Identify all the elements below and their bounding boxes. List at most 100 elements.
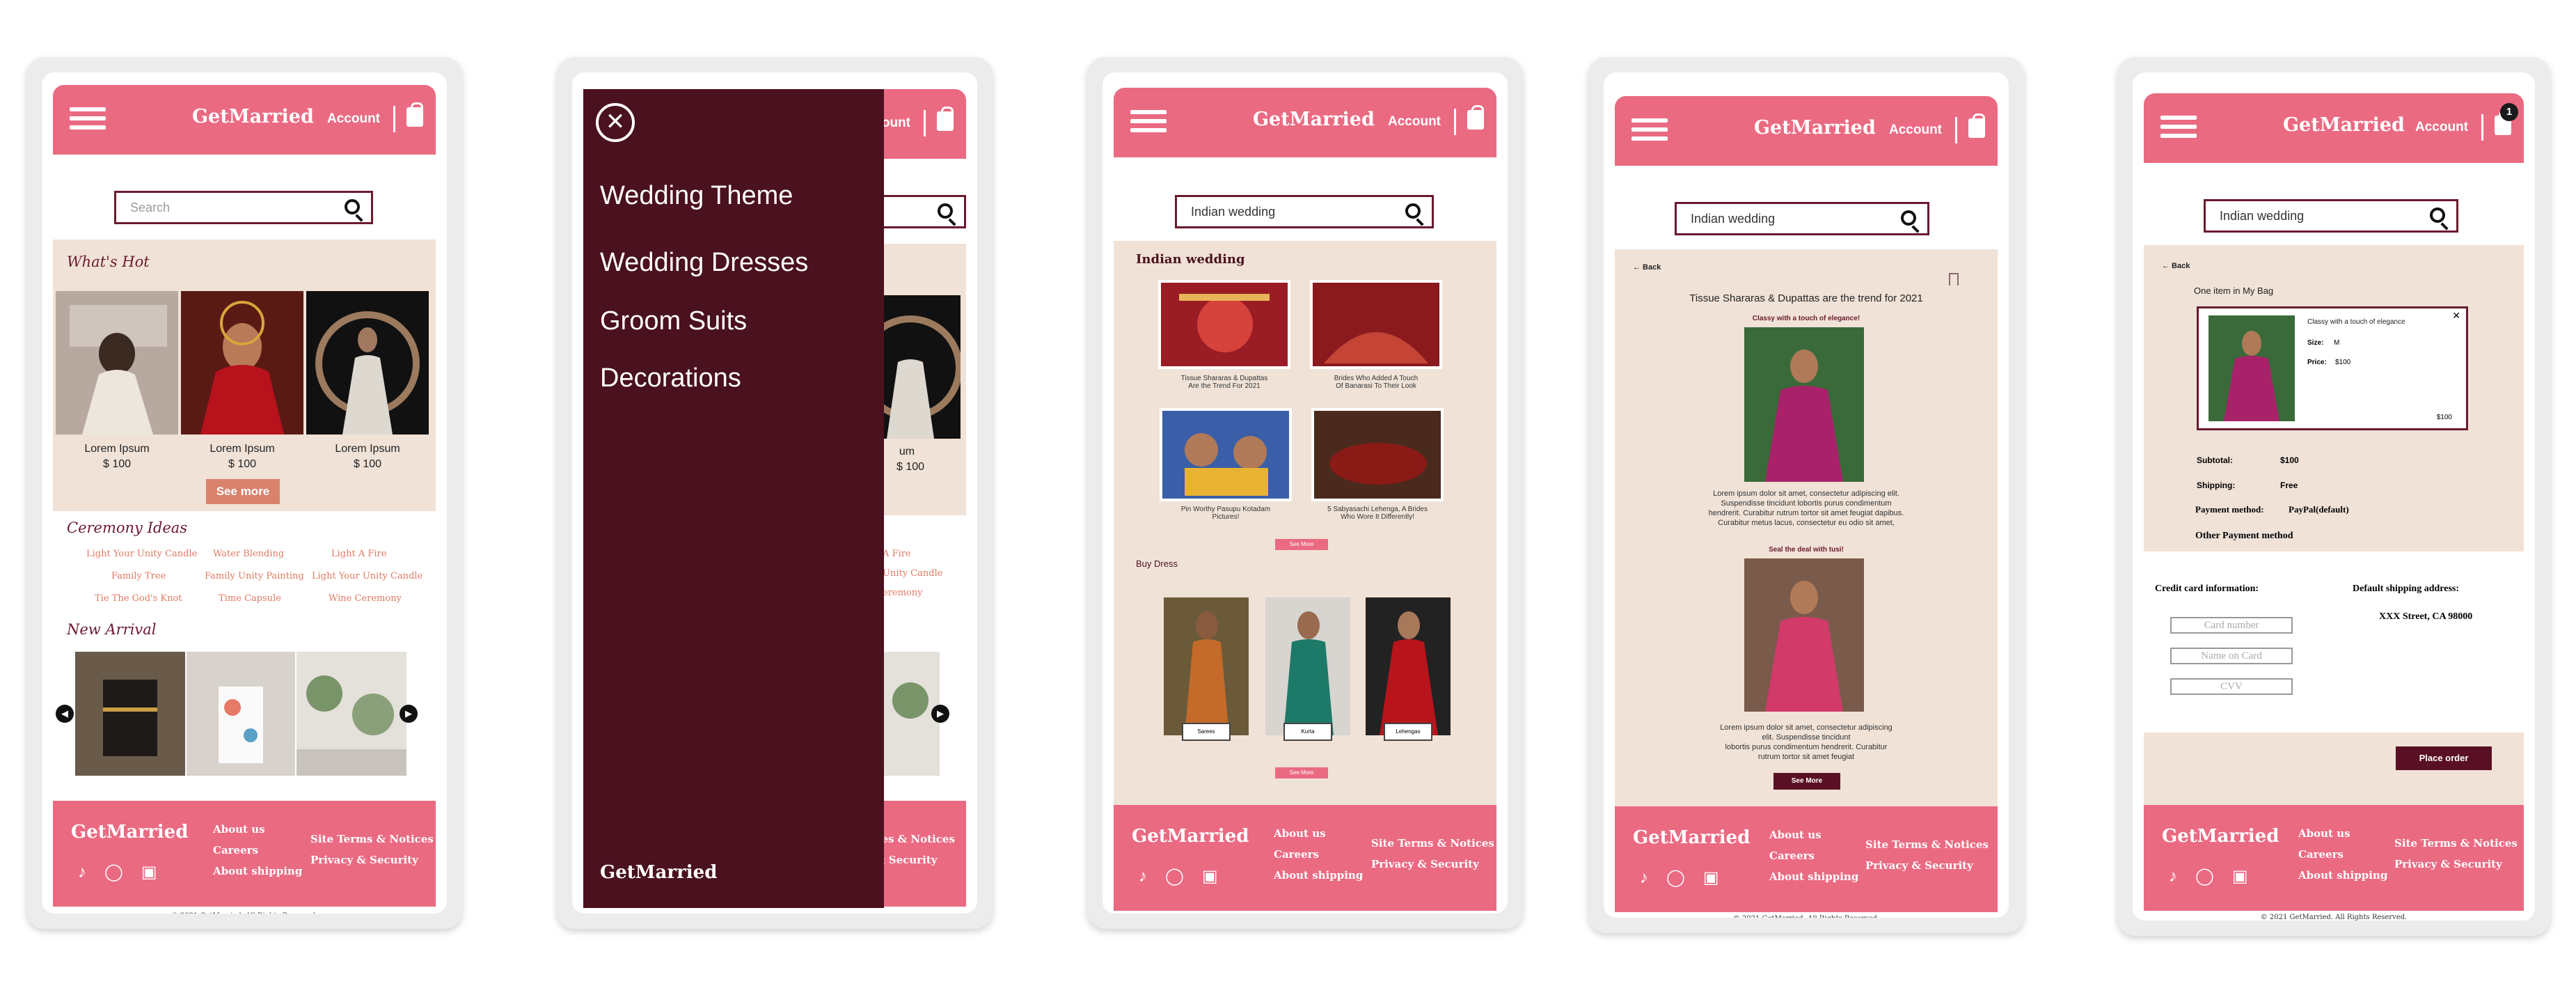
carousel-next-arrow-icon[interactable]: ▶ [400, 705, 418, 723]
product-photo-3[interactable] [306, 291, 429, 435]
product-photo-1[interactable] [56, 291, 178, 435]
payment-method-value[interactable]: PayPal(default) [2289, 504, 2349, 515]
product-photo-2[interactable] [181, 291, 303, 435]
hamburger-menu-icon[interactable] [70, 107, 106, 132]
about-us-link[interactable]: About us [1274, 823, 1363, 844]
dress-photo-sarees[interactable] [1164, 597, 1249, 735]
hamburger-menu-icon[interactable] [1130, 110, 1167, 135]
see-more-button[interactable]: See More [1275, 767, 1328, 778]
article-caption-4[interactable]: 5 Sabyasachi Lehenga, A Brides Who Wore … [1311, 506, 1444, 521]
dress-label-kurta[interactable]: Kurta [1283, 723, 1332, 741]
facebook-icon[interactable]: ▣ [1703, 868, 1719, 888]
idea-link[interactable]: Unity Candle [883, 568, 942, 579]
shopping-bag-icon[interactable] [1968, 113, 1985, 138]
arrival-photo-1[interactable] [75, 652, 185, 776]
carousel-next-arrow-icon[interactable]: ▶ [931, 705, 949, 723]
tiktok-icon[interactable]: ♪ [1640, 868, 1648, 888]
brand-logo[interactable]: GetMarried [2283, 114, 2405, 136]
search-input[interactable]: Indian wedding [1175, 195, 1434, 228]
brand-logo[interactable]: GetMarried [1754, 117, 1876, 139]
idea-link[interactable]: Wine Ceremony [329, 593, 402, 604]
idea-link[interactable]: Light A Fire [331, 549, 386, 559]
article-photo-4[interactable] [1311, 408, 1444, 501]
about-shipping-link[interactable]: About shipping [213, 861, 302, 882]
name-on-card-field[interactable]: Name on Card [2170, 648, 2293, 664]
account-link-peek[interactable]: ount [882, 116, 910, 131]
search-icon[interactable] [1901, 210, 1916, 226]
shopping-bag-icon[interactable] [937, 107, 954, 131]
article-photo-3[interactable] [1160, 408, 1292, 501]
idea-link[interactable]: A Fire [883, 549, 911, 559]
tiktok-icon[interactable]: ♪ [2169, 867, 2177, 886]
search-icon[interactable] [345, 199, 360, 214]
tiktok-icon[interactable]: ♪ [78, 863, 86, 882]
privacy-link[interactable]: Privacy & Security [2394, 854, 2518, 875]
menu-item-wedding-theme[interactable]: Wedding Theme [600, 181, 793, 211]
privacy-link[interactable]: Privacy & Security [310, 850, 434, 870]
search-input[interactable] [876, 195, 966, 228]
instagram-icon[interactable]: ◯ [1666, 868, 1685, 888]
article-caption-1[interactable]: Tissue Shararas & Dupattas Are the Trend… [1158, 375, 1290, 390]
careers-link[interactable]: Careers [213, 840, 302, 861]
site-terms-link[interactable]: Site Terms & Notices [1865, 834, 1989, 855]
search-input[interactable]: Indian wedding [2204, 199, 2458, 233]
dress-photo-kurta[interactable] [1265, 597, 1350, 735]
brand-logo[interactable]: GetMarried [1253, 109, 1375, 130]
see-more-button[interactable]: See more [206, 479, 280, 504]
arrival-photo-3[interactable] [297, 652, 406, 776]
tiktok-icon[interactable]: ♪ [1139, 867, 1147, 886]
about-shipping-link[interactable]: About shipping [2298, 865, 2387, 886]
privacy-link[interactable]: Privacy & Security [1371, 854, 1494, 875]
remove-item-icon[interactable]: ✕ [2452, 310, 2460, 322]
back-link[interactable]: ← Back [2162, 262, 2190, 270]
instagram-icon[interactable]: ◯ [104, 862, 123, 882]
site-terms-link[interactable]: Site Terms & Notices [1371, 833, 1494, 854]
idea-link[interactable]: Family Unity Painting [205, 571, 304, 581]
careers-link[interactable]: Careers [2298, 844, 2387, 865]
search-icon[interactable] [1405, 203, 1421, 219]
idea-link[interactable]: Water Blending [213, 549, 284, 559]
cvv-field[interactable]: CVV [2170, 678, 2293, 695]
account-link[interactable]: Account [1388, 114, 1441, 130]
card-number-field[interactable]: Card number [2170, 617, 2293, 634]
facebook-icon[interactable]: ▣ [141, 862, 157, 882]
about-us-link[interactable]: About us [1769, 824, 1858, 845]
menu-item-groom-suits[interactable]: Groom Suits [600, 306, 747, 336]
dress-label-sarees[interactable]: Sarees [1182, 723, 1231, 741]
close-icon[interactable]: ✕ [596, 103, 635, 142]
idea-link[interactable]: Light Your Unity Candle [312, 571, 422, 581]
search-icon[interactable] [938, 203, 953, 219]
place-order-button[interactable]: Place order [2396, 746, 2492, 770]
facebook-icon[interactable]: ▣ [2232, 866, 2248, 886]
menu-item-wedding-dresses[interactable]: Wedding Dresses [600, 248, 808, 278]
bag-item-photo[interactable] [2208, 315, 2295, 421]
search-input[interactable]: Indian wedding [1675, 202, 1929, 235]
bookmark-icon[interactable] [1949, 273, 1959, 285]
idea-link[interactable]: Light Your Unity Candle [86, 549, 197, 559]
search-input[interactable]: Search [114, 191, 373, 224]
brand-logo[interactable]: GetMarried [192, 106, 314, 127]
carousel-prev-arrow-icon[interactable]: ◀ [56, 705, 74, 723]
account-link[interactable]: Account [2415, 120, 2468, 135]
back-link[interactable]: ← Back [1633, 263, 1661, 272]
search-icon[interactable] [2430, 208, 2445, 223]
idea-link[interactable]: eremony [883, 588, 922, 598]
dress-label-lehengas[interactable]: Lehengas [1384, 723, 1432, 741]
other-payment-link[interactable]: Other Payment method [2195, 531, 2293, 542]
privacy-link[interactable]: Privacy & Security [1865, 855, 1989, 876]
facebook-icon[interactable]: ▣ [1202, 866, 1218, 886]
about-shipping-link[interactable]: About shipping [1769, 866, 1858, 887]
arrival-photo-2[interactable] [187, 652, 295, 776]
hamburger-menu-icon[interactable] [2160, 116, 2197, 141]
site-terms-link[interactable]: Site Terms & Notices [2394, 833, 2518, 854]
site-terms-link[interactable]: Site Terms & Notices [310, 829, 434, 850]
shopping-bag-icon[interactable] [1467, 105, 1484, 130]
instagram-icon[interactable]: ◯ [2195, 866, 2214, 886]
idea-link[interactable]: Time Capsule [219, 593, 281, 604]
idea-link[interactable]: Tie The God's Knot [95, 593, 182, 604]
article-photo-1[interactable] [1158, 280, 1290, 369]
about-shipping-link[interactable]: About shipping [1274, 865, 1363, 886]
hamburger-menu-icon[interactable] [1631, 118, 1668, 143]
careers-link[interactable]: Careers [1769, 845, 1858, 866]
about-us-link[interactable]: About us [2298, 823, 2387, 844]
